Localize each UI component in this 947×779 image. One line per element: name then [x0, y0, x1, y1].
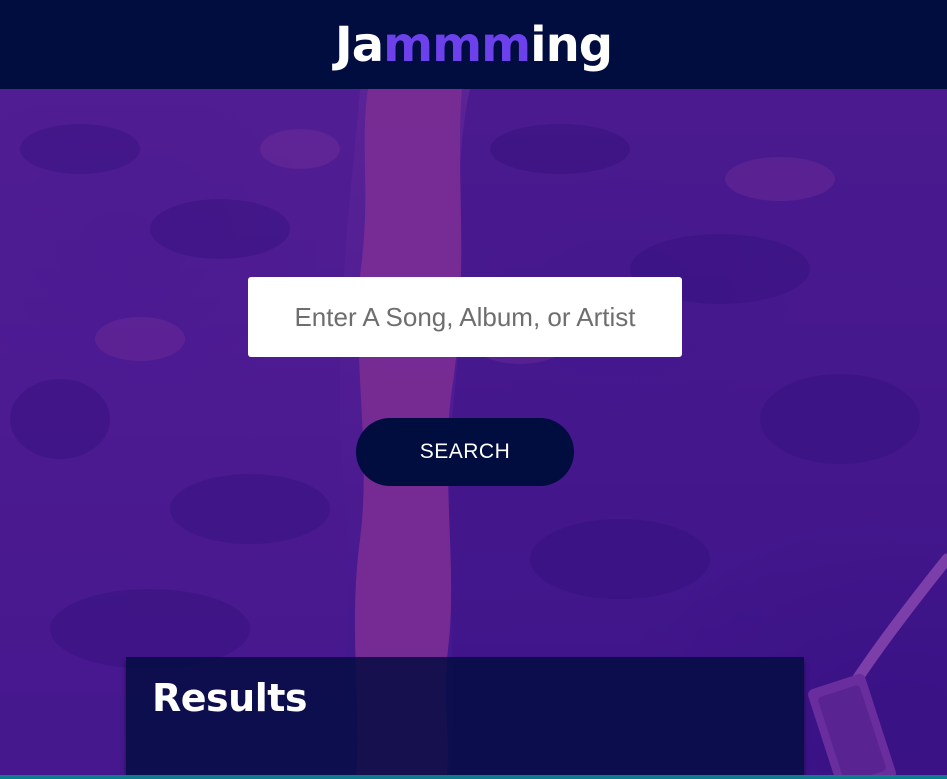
bottom-border	[0, 775, 947, 779]
logo-prefix: Ja	[334, 16, 384, 73]
app-logo: Jammming	[335, 21, 613, 69]
results-title: Results	[152, 676, 308, 720]
search-button-label: SEARCH	[419, 440, 511, 463]
search-button[interactable]: SEARCH	[356, 418, 574, 486]
results-panel: Results	[126, 657, 804, 779]
logo-accent: mmm	[383, 16, 531, 73]
app-header: Jammming	[0, 0, 947, 89]
logo-suffix: ing	[530, 16, 613, 73]
jammming-app: Jammming Enter A Song, Album, or Artist …	[0, 0, 947, 779]
search-input[interactable]	[248, 277, 682, 357]
